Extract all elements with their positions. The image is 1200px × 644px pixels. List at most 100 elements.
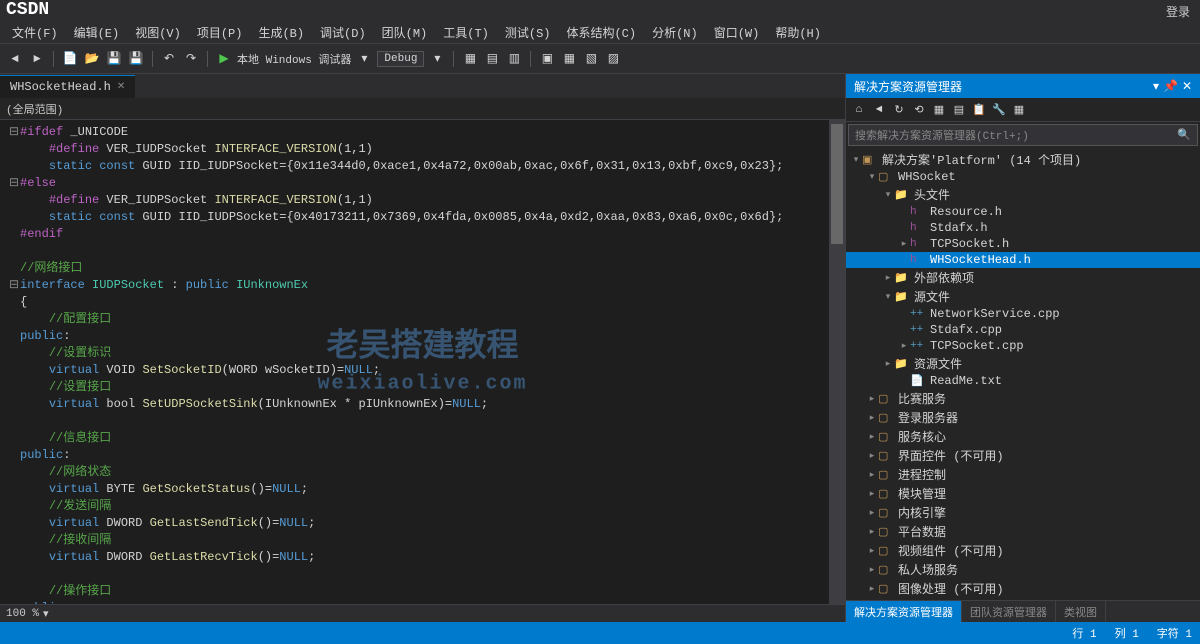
tool-icon[interactable]: ▦ (461, 50, 479, 68)
tree-item[interactable]: ▸▢视频组件 (不可用) (846, 541, 1200, 560)
tree-item[interactable]: ▸▢平台数据 (846, 522, 1200, 541)
tree-item[interactable]: ▸▢私人场服务 (846, 560, 1200, 579)
status-col: 列 1 (1115, 625, 1139, 641)
menu-item[interactable]: 项目(P) (189, 22, 251, 43)
tree-item[interactable]: ▸hTCPSocket.h (846, 236, 1200, 252)
back-icon[interactable]: ◄ (870, 101, 888, 119)
menu-item[interactable]: 测试(S) (497, 22, 559, 43)
tree-item[interactable]: ++Stdafx.cpp (846, 322, 1200, 338)
redo-icon[interactable]: ↷ (182, 50, 200, 68)
scrollbar-thumb[interactable] (831, 124, 843, 244)
tool-icon[interactable]: ▦ (560, 50, 578, 68)
pin-icon[interactable]: 📌 (1163, 79, 1178, 94)
tree-item[interactable]: ▸▢图像处理 (不可用) (846, 579, 1200, 598)
tree-item[interactable]: 📄ReadMe.txt (846, 373, 1200, 389)
tab-label: WHSocketHead.h (10, 80, 111, 94)
tree-item[interactable]: ▸📁外部依赖项 (846, 268, 1200, 287)
toolbar: ◄ ► 📄 📂 💾 💾 ↶ ↷ ▶ 本地 Windows 调试器 ▾ Debug… (0, 44, 1200, 74)
menu-item[interactable]: 文件(F) (4, 22, 66, 43)
tool-icon[interactable]: 📋 (970, 101, 988, 119)
sidebar-bottom-tabs: 解决方案资源管理器团队资源管理器类视图 (846, 600, 1200, 622)
editor-tabs: WHSocketHead.h ✕ (0, 74, 845, 98)
menu-item[interactable]: 体系结构(C) (558, 22, 644, 43)
tree-item[interactable]: hWHSocketHead.h (846, 252, 1200, 268)
nav-back-icon[interactable]: ◄ (6, 50, 24, 68)
sidebar-tab[interactable]: 团队资源管理器 (962, 601, 1056, 622)
menu-item[interactable]: 团队(M) (374, 22, 436, 43)
open-icon[interactable]: 📂 (83, 50, 101, 68)
save-all-icon[interactable]: 💾 (127, 50, 145, 68)
undo-icon[interactable]: ↶ (160, 50, 178, 68)
tool-icon[interactable]: ▥ (505, 50, 523, 68)
dropdown-icon: ▾ (355, 50, 373, 68)
menu-item[interactable]: 调试(D) (312, 22, 374, 43)
menu-item[interactable]: 帮助(H) (767, 22, 829, 43)
code-nav-bar[interactable]: (全局范围) (0, 98, 845, 120)
close-icon[interactable]: ✕ (117, 81, 125, 93)
tool-icon[interactable]: ▤ (950, 101, 968, 119)
sidebar-tab[interactable]: 解决方案资源管理器 (846, 601, 962, 622)
tree-item[interactable]: ▸▢进程控制 (846, 465, 1200, 484)
tree-item[interactable]: ▸++TCPSocket.cpp (846, 338, 1200, 354)
sidebar-toolbar: ⌂ ◄ ↻ ⟲ ▦ ▤ 📋 🔧 ▦ (846, 98, 1200, 122)
scope-dropdown[interactable]: (全局范围) (6, 101, 63, 117)
sidebar-tab[interactable]: 类视图 (1056, 601, 1106, 622)
menu-item[interactable]: 工具(T) (435, 22, 497, 43)
tree-item[interactable]: hStdafx.h (846, 220, 1200, 236)
menu-item[interactable]: 编辑(E) (66, 22, 128, 43)
config-dropdown[interactable]: Debug (377, 51, 424, 67)
vertical-scrollbar[interactable] (829, 120, 845, 604)
nav-fwd-icon[interactable]: ► (28, 50, 46, 68)
logo: CSDN (0, 0, 55, 20)
close-icon[interactable]: ✕ (1182, 79, 1192, 94)
sync-icon[interactable]: ⟲ (910, 101, 928, 119)
save-icon[interactable]: 💾 (105, 50, 123, 68)
sidebar-search[interactable]: 搜索解决方案资源管理器(Ctrl+;) 🔍 (848, 124, 1198, 146)
dropdown-icon[interactable]: ▾ (1153, 79, 1159, 94)
refresh-icon[interactable]: ↻ (890, 101, 908, 119)
solution-explorer: 解决方案资源管理器 ▾ 📌 ✕ ⌂ ◄ ↻ ⟲ ▦ ▤ 📋 🔧 ▦ 搜索解决方案… (845, 74, 1200, 622)
dropdown-icon: ▾ (428, 50, 446, 68)
tool-icon[interactable]: ▣ (538, 50, 556, 68)
run-target[interactable]: 本地 Windows 调试器 (237, 51, 351, 67)
menu-item[interactable]: 生成(B) (250, 22, 312, 43)
editor-area: WHSocketHead.h ✕ (全局范围) ⊟#ifdef _UNICODE… (0, 74, 845, 622)
search-icon: 🔍 (1177, 128, 1191, 142)
tool-icon[interactable]: ▤ (483, 50, 501, 68)
login-link[interactable]: 登录 (1166, 3, 1190, 20)
tree-item[interactable]: ▸▢模块管理 (846, 484, 1200, 503)
status-char: 字符 1 (1157, 625, 1192, 641)
tree-item[interactable]: ▸▢登录服务器 (846, 408, 1200, 427)
tree-item[interactable]: ▸▢比赛服务 (846, 389, 1200, 408)
tool-icon[interactable]: ▦ (930, 101, 948, 119)
tree-item[interactable]: hResource.h (846, 204, 1200, 220)
status-bar: 行 1 列 1 字符 1 (0, 622, 1200, 644)
editor-zoom[interactable]: 100 %▾ (0, 604, 845, 622)
run-icon[interactable]: ▶ (215, 50, 233, 68)
code-editor[interactable]: ⊟#ifdef _UNICODE #define VER_IUDPSocket … (0, 120, 829, 604)
properties-icon[interactable]: 🔧 (990, 101, 1008, 119)
tree-item[interactable]: ++NetworkService.cpp (846, 306, 1200, 322)
status-line: 行 1 (1072, 625, 1096, 641)
menu-item[interactable]: 分析(N) (644, 22, 706, 43)
tree-item[interactable]: ▾📁源文件 (846, 287, 1200, 306)
sidebar-title: 解决方案资源管理器 ▾ 📌 ✕ (846, 74, 1200, 98)
tool-icon[interactable]: ▨ (604, 50, 622, 68)
menu-item[interactable]: 视图(V) (127, 22, 189, 43)
title-bar: CSDN 登录 (0, 0, 1200, 22)
tool-icon[interactable]: ▦ (1010, 101, 1028, 119)
tree-item[interactable]: ▾▢WHSocket (846, 169, 1200, 185)
tree-item[interactable]: ▸▢内核引擎 (846, 503, 1200, 522)
tree-item[interactable]: ▸▢界面控件 (不可用) (846, 446, 1200, 465)
tree-item[interactable]: ▾📁头文件 (846, 185, 1200, 204)
tree-item[interactable]: ▸▢服务核心 (846, 427, 1200, 446)
menu-item[interactable]: 窗口(W) (706, 22, 768, 43)
tree-item[interactable]: ▸📁资源文件 (846, 354, 1200, 373)
solution-tree[interactable]: ▾▣解决方案'Platform' (14 个项目)▾▢WHSocket▾📁头文件… (846, 148, 1200, 600)
tree-item[interactable]: ▾▣解决方案'Platform' (14 个项目) (846, 150, 1200, 169)
new-file-icon[interactable]: 📄 (61, 50, 79, 68)
home-icon[interactable]: ⌂ (850, 101, 868, 119)
tab-whsockethead[interactable]: WHSocketHead.h ✕ (0, 75, 135, 98)
menu-bar: 文件(F)编辑(E)视图(V)项目(P)生成(B)调试(D)团队(M)工具(T)… (0, 22, 1200, 44)
tool-icon[interactable]: ▧ (582, 50, 600, 68)
